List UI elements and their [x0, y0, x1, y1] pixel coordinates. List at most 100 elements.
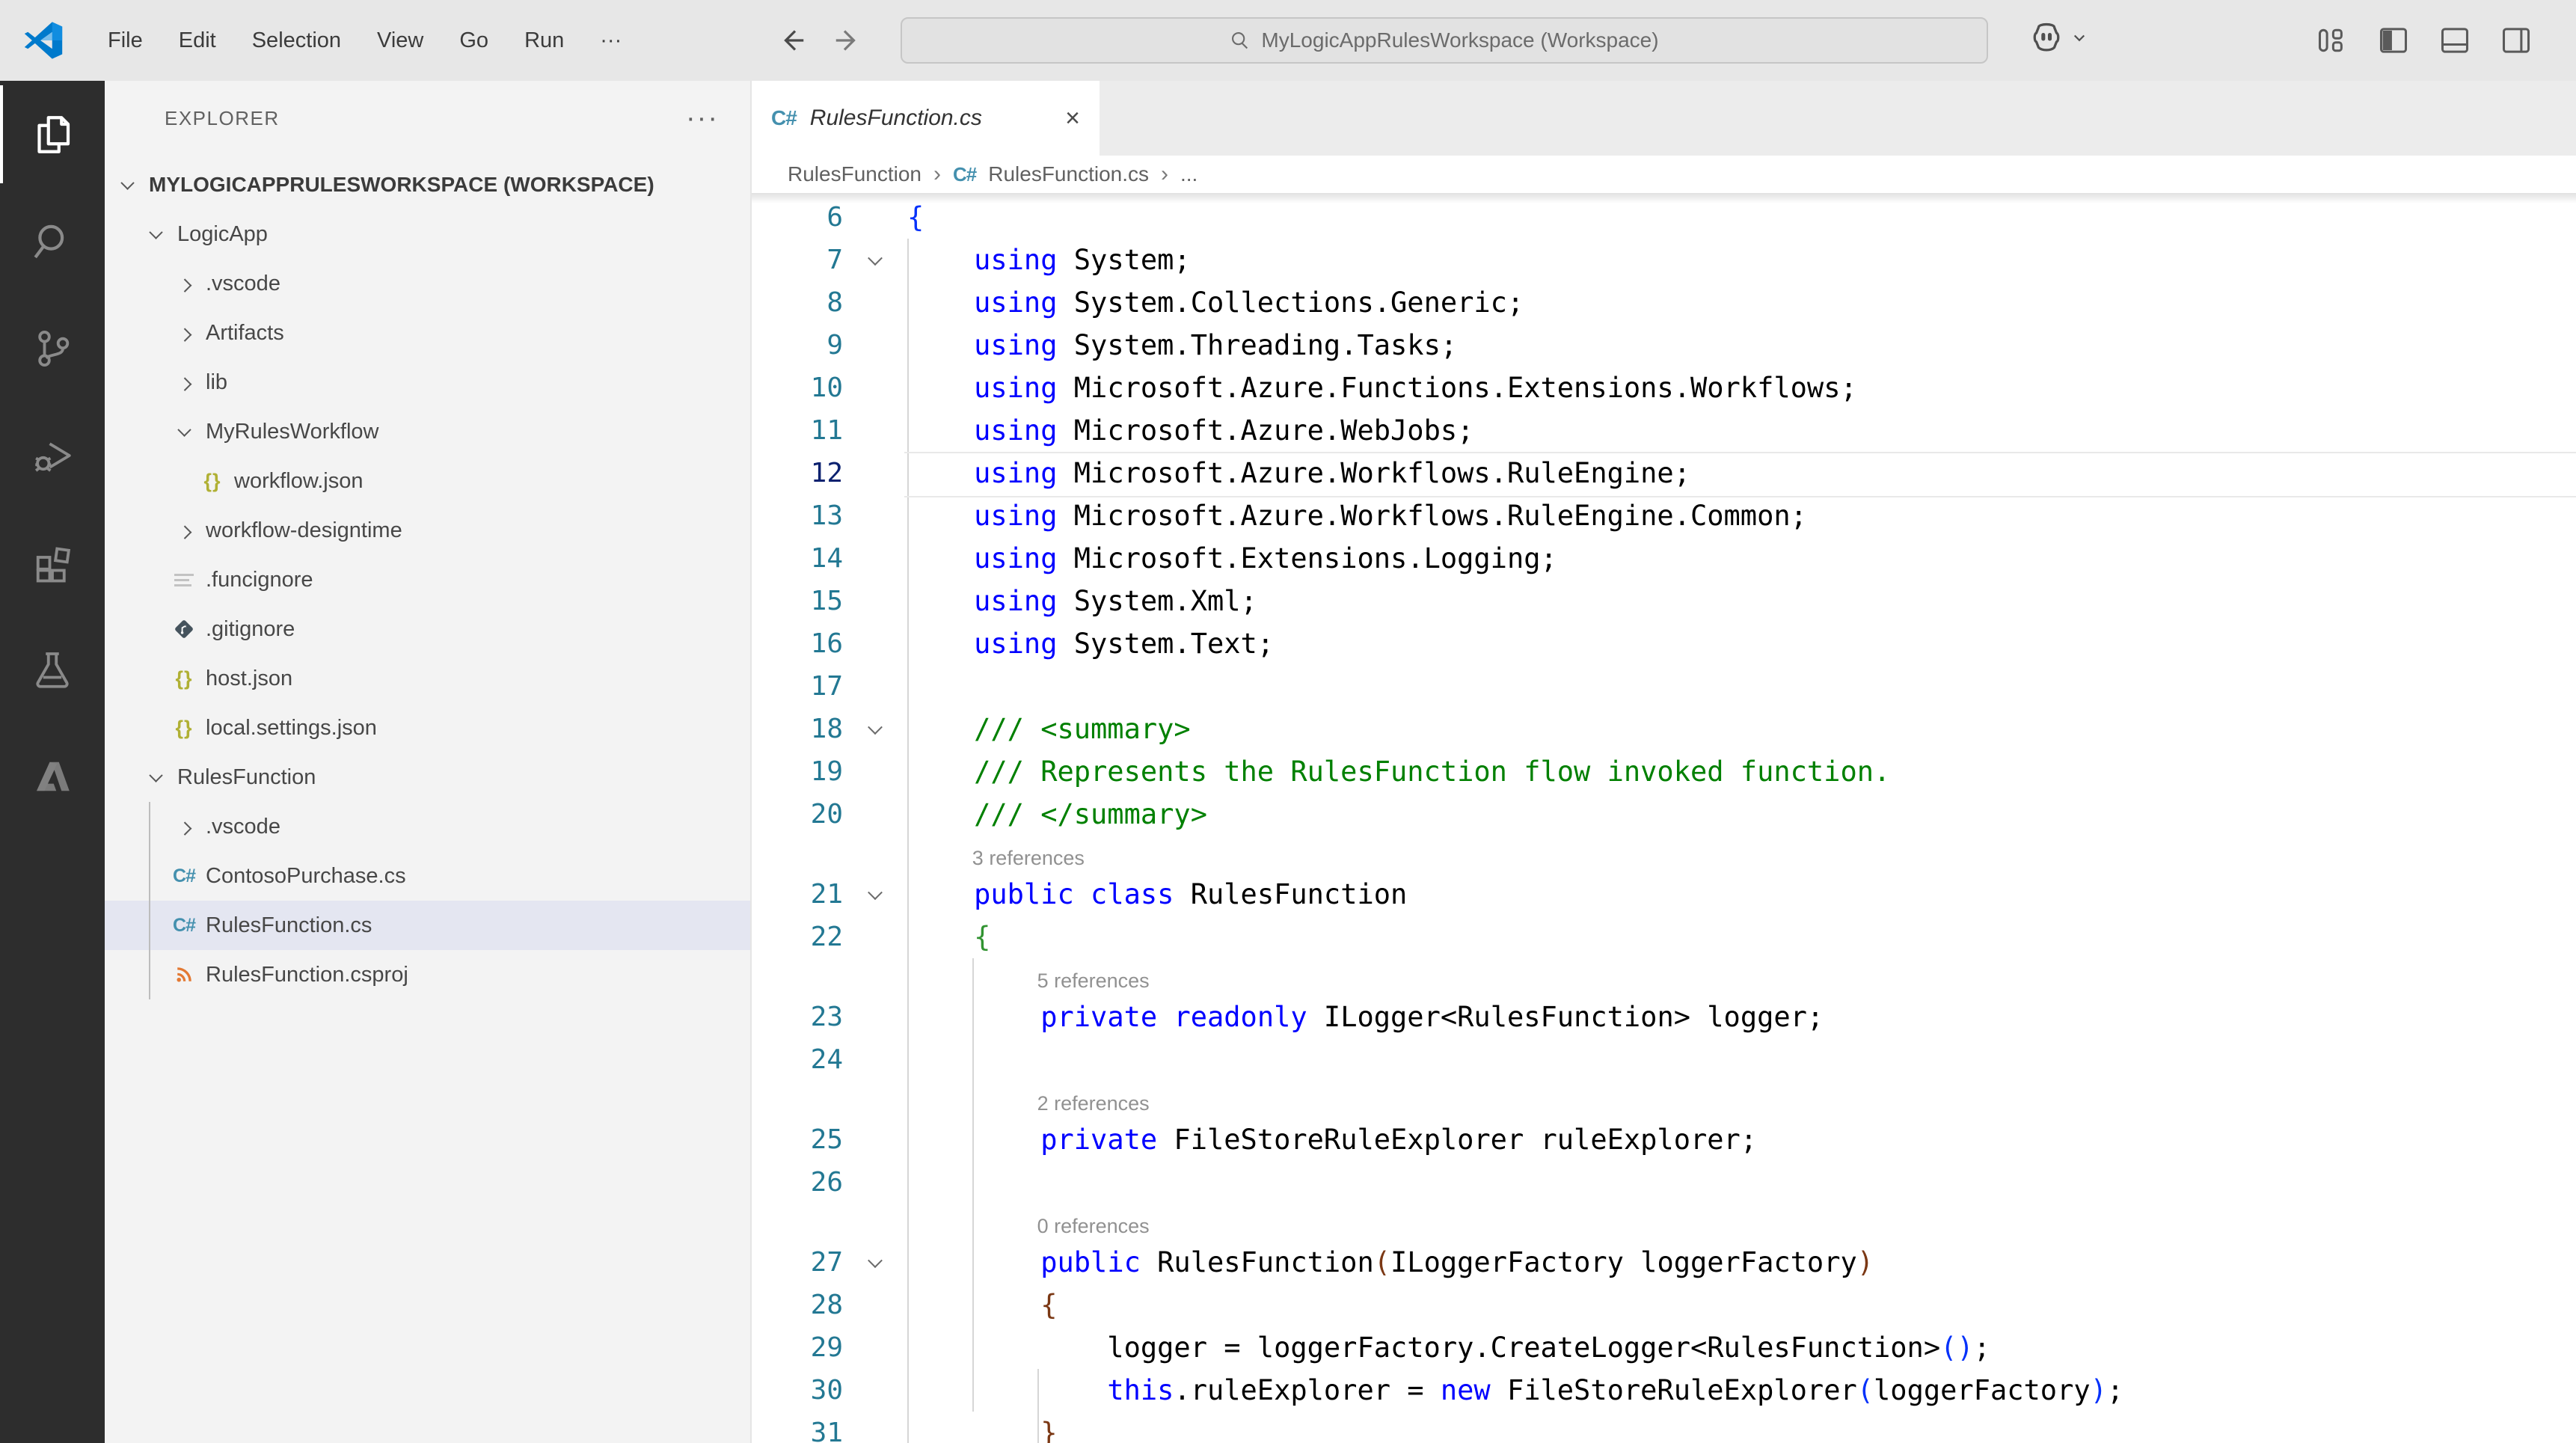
- code-line-27[interactable]: 27 public RulesFunction(ILoggerFactory l…: [752, 1241, 2576, 1284]
- code-line-10[interactable]: 10 using Microsoft.Azure.Functions.Exten…: [752, 367, 2576, 409]
- chevron-right-icon[interactable]: [171, 271, 197, 296]
- close-tab-icon[interactable]: ×: [1065, 104, 1080, 133]
- menu-[interactable]: ···: [582, 0, 640, 81]
- tree-item-rulesfunction.csproj[interactable]: RulesFunction.csproj: [105, 950, 750, 999]
- menu-run[interactable]: Run: [506, 0, 582, 81]
- code-line-24[interactable]: 24: [752, 1038, 2576, 1081]
- tree-item-workflow-designtime[interactable]: workflow-designtime: [105, 506, 750, 555]
- menu-file[interactable]: File: [90, 0, 161, 81]
- editor-group: C# RulesFunction.cs × RulesFunction › C#…: [752, 81, 2576, 1443]
- code-line-20[interactable]: 20 /// </summary>: [752, 793, 2576, 836]
- vscode-logo: [22, 19, 64, 61]
- fold-chevron-icon[interactable]: [843, 1257, 907, 1268]
- tree-item-label: RulesFunction.csproj: [206, 963, 408, 987]
- chevron-right-icon[interactable]: [171, 370, 197, 395]
- code-line-23[interactable]: 23 private readonly ILogger<RulesFunctio…: [752, 996, 2576, 1038]
- tree-item-.gitignore[interactable]: .gitignore: [105, 604, 750, 654]
- forward-arrow-icon[interactable]: [833, 25, 863, 55]
- menu-selection[interactable]: Selection: [234, 0, 359, 81]
- code-line-6[interactable]: 6{: [752, 196, 2576, 239]
- tree-item-label: lib: [206, 370, 227, 395]
- extensions-icon[interactable]: [0, 509, 105, 616]
- code-line-14[interactable]: 14 using Microsoft.Extensions.Logging;: [752, 537, 2576, 580]
- testing-icon[interactable]: [0, 616, 105, 723]
- code-line-31[interactable]: 31 }: [752, 1412, 2576, 1443]
- breadcrumb-more[interactable]: ...: [1180, 162, 1197, 186]
- explorer-icon[interactable]: [0, 81, 105, 188]
- chevron-right-icon[interactable]: [171, 320, 197, 346]
- tree-item-mylogicapprulesworkspace-workspace-[interactable]: MYLOGICAPPRULESWORKSPACE (WORKSPACE): [105, 160, 750, 209]
- fold-chevron-icon[interactable]: [843, 255, 907, 266]
- menu-go[interactable]: Go: [441, 0, 506, 81]
- toggle-primary-sidebar-icon[interactable]: [2377, 24, 2410, 57]
- code-line-21[interactable]: 21 public class RulesFunction: [752, 873, 2576, 916]
- codelens-references[interactable]: 5 references: [752, 958, 2576, 996]
- code-line-22[interactable]: 22 {: [752, 916, 2576, 958]
- chevron-down-icon[interactable]: [171, 419, 197, 444]
- search-icon: [1230, 30, 1251, 51]
- chevron-down-icon[interactable]: [114, 172, 140, 197]
- tab-rulesfunction-cs[interactable]: C# RulesFunction.cs ×: [752, 81, 1100, 156]
- command-center[interactable]: MyLogicAppRulesWorkspace (Workspace): [901, 17, 1988, 64]
- codelens-references[interactable]: 2 references: [752, 1081, 2576, 1118]
- csharp-file-icon: C#: [771, 106, 797, 130]
- menu-view[interactable]: View: [359, 0, 441, 81]
- tree-item-myrulesworkflow[interactable]: MyRulesWorkflow: [105, 407, 750, 456]
- search-icon[interactable]: [0, 188, 105, 295]
- toggle-secondary-sidebar-icon[interactable]: [2500, 24, 2533, 57]
- tree-item-rulesfunction[interactable]: RulesFunction: [105, 753, 750, 802]
- tree-item-rulesfunction.cs[interactable]: C#RulesFunction.cs: [105, 901, 750, 950]
- code-line-11[interactable]: 11 using Microsoft.Azure.WebJobs;: [752, 409, 2576, 452]
- tree-item-contosopurchase.cs[interactable]: C#ContosoPurchase.cs: [105, 851, 750, 901]
- toggle-panel-icon[interactable]: [2438, 24, 2471, 57]
- customize-layout-icon[interactable]: [2316, 24, 2349, 57]
- code-line-19[interactable]: 19 /// Represents the RulesFunction flow…: [752, 750, 2576, 793]
- code-line-25[interactable]: 25 private FileStoreRuleExplorer ruleExp…: [752, 1118, 2576, 1161]
- code-line-28[interactable]: 28 {: [752, 1284, 2576, 1326]
- chevron-right-icon[interactable]: [171, 814, 197, 839]
- views-and-more-actions-icon[interactable]: ···: [686, 111, 719, 126]
- tree-item-label: MyRulesWorkflow: [206, 420, 379, 444]
- code-line-13[interactable]: 13 using Microsoft.Azure.Workflows.RuleE…: [752, 494, 2576, 537]
- csharp-file-icon: C#: [953, 163, 976, 186]
- code-line-15[interactable]: 15 using System.Xml;: [752, 580, 2576, 622]
- codelens-references[interactable]: 0 references: [752, 1204, 2576, 1241]
- tree-item-.vscode[interactable]: .vscode: [105, 802, 750, 851]
- tree-item-host.json[interactable]: {}host.json: [105, 654, 750, 703]
- tree-item-.funcignore[interactable]: .funcignore: [105, 555, 750, 604]
- menu-edit[interactable]: Edit: [161, 0, 234, 81]
- breadcrumb-folder[interactable]: RulesFunction: [788, 162, 921, 186]
- codelens-references[interactable]: 3 references: [752, 836, 2576, 873]
- fold-chevron-icon[interactable]: [843, 889, 907, 900]
- code-line-7[interactable]: 7 using System;: [752, 239, 2576, 281]
- back-arrow-icon[interactable]: [776, 25, 806, 55]
- chevron-down-icon[interactable]: [143, 765, 168, 790]
- line-number: 26: [752, 1167, 843, 1198]
- code-line-29[interactable]: 29 logger = loggerFactory.CreateLogger<R…: [752, 1326, 2576, 1369]
- tree-item-.vscode[interactable]: .vscode: [105, 259, 750, 308]
- fold-chevron-icon[interactable]: [843, 724, 907, 735]
- code-line-30[interactable]: 30 this.ruleExplorer = new FileStoreRule…: [752, 1369, 2576, 1412]
- code-line-9[interactable]: 9 using System.Threading.Tasks;: [752, 324, 2576, 367]
- chevron-down-icon[interactable]: [143, 221, 168, 247]
- tree-item-logicapp[interactable]: LogicApp: [105, 209, 750, 259]
- code-editor[interactable]: 6{7 using System;8 using System.Collecti…: [752, 193, 2576, 1443]
- tree-item-artifacts[interactable]: Artifacts: [105, 308, 750, 358]
- code-line-17[interactable]: 17: [752, 665, 2576, 708]
- azure-icon[interactable]: [0, 723, 105, 830]
- tree-item-lib[interactable]: lib: [105, 358, 750, 407]
- code-line-8[interactable]: 8 using System.Collections.Generic;: [752, 281, 2576, 324]
- code-line-18[interactable]: 18 /// <summary>: [752, 708, 2576, 750]
- line-number: 23: [752, 1002, 843, 1032]
- breadcrumb-file[interactable]: RulesFunction.cs: [988, 162, 1149, 186]
- code-line-16[interactable]: 16 using System.Text;: [752, 622, 2576, 665]
- tree-item-local.settings.json[interactable]: {}local.settings.json: [105, 703, 750, 753]
- run-and-debug-icon[interactable]: [0, 402, 105, 509]
- tree-item-workflow.json[interactable]: {}workflow.json: [105, 456, 750, 506]
- source-control-icon[interactable]: [0, 295, 105, 402]
- code-line-12[interactable]: 12 using Microsoft.Azure.Workflows.RuleE…: [752, 452, 2576, 494]
- copilot-menu[interactable]: [2028, 19, 2087, 55]
- chevron-right-icon[interactable]: [171, 518, 197, 543]
- code-line-26[interactable]: 26: [752, 1161, 2576, 1204]
- tree-item-label: workflow-designtime: [206, 518, 402, 543]
